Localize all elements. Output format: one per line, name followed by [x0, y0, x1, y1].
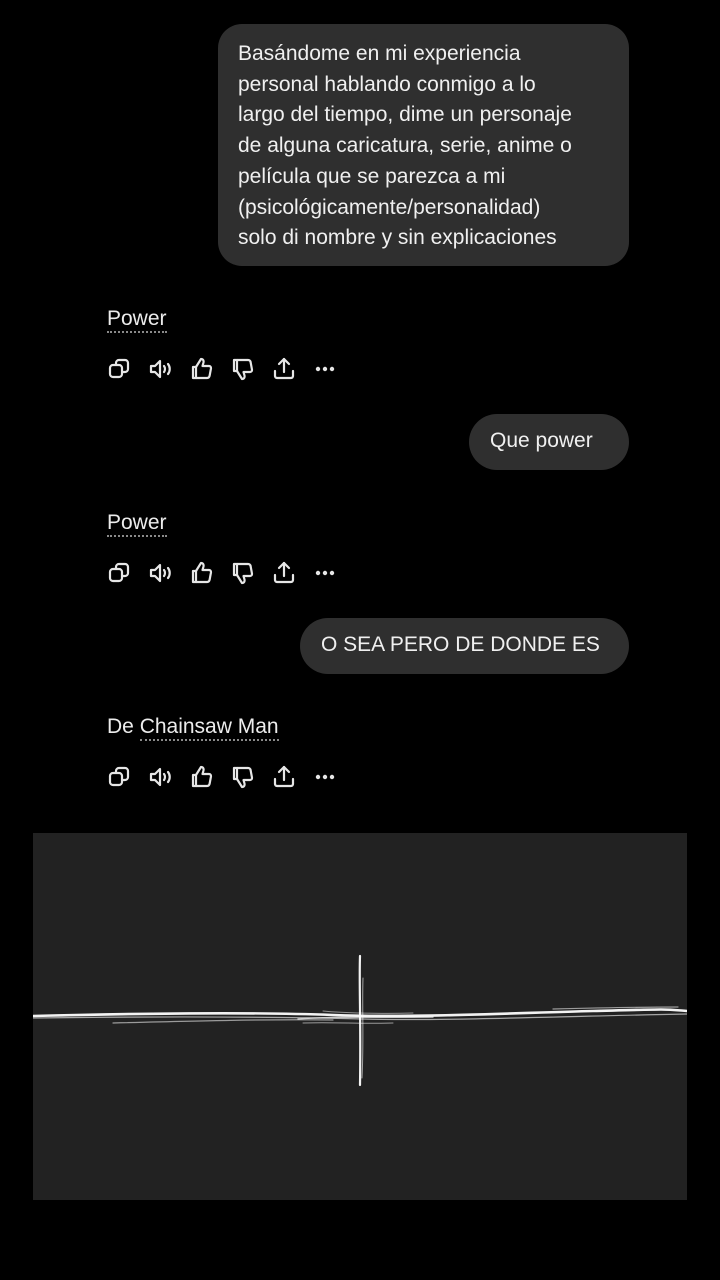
assistant-message: Power — [107, 307, 167, 333]
message-line: de alguna caricatura, serie, anime o — [238, 134, 572, 158]
thumbs-up-icon[interactable] — [189, 356, 215, 382]
sketch-image — [33, 833, 687, 1200]
user-message-bubble: Basándome en mi experiencia personal hab… — [218, 24, 629, 266]
message-text: O SEA PERO DE DONDE ES — [321, 633, 600, 656]
message-line: largo del tiempo, dime un personaje — [238, 103, 572, 127]
assistant-message-text[interactable]: Power — [107, 511, 167, 537]
assistant-message: Power — [107, 511, 167, 537]
message-line: personal hablando conmigo a lo — [238, 72, 536, 96]
message-text: Que power — [490, 429, 593, 452]
chainsaw-man-link[interactable]: Chainsaw Man — [139, 715, 279, 741]
user-message-bubble: Que power — [469, 414, 629, 470]
more-icon[interactable] — [312, 764, 338, 790]
share-icon[interactable] — [271, 560, 297, 586]
speaker-icon[interactable] — [148, 560, 174, 586]
thumbs-down-icon[interactable] — [230, 560, 256, 586]
thumbs-down-icon[interactable] — [230, 356, 256, 382]
copy-icon[interactable] — [107, 560, 133, 586]
more-icon[interactable] — [312, 560, 338, 586]
message-line: solo di nombre y sin explicaciones — [238, 226, 557, 250]
message-line: (psicológicamente/personalidad) — [238, 195, 541, 219]
speaker-icon[interactable] — [148, 764, 174, 790]
message-line: Basándome en mi experiencia — [238, 42, 521, 65]
share-icon[interactable] — [271, 764, 297, 790]
user-message-bubble: O SEA PERO DE DONDE ES — [300, 618, 629, 674]
copy-icon[interactable] — [107, 764, 133, 790]
thumbs-up-icon[interactable] — [189, 560, 215, 586]
message-line: película que se parezca a mi — [238, 164, 506, 188]
share-icon[interactable] — [271, 356, 297, 382]
thumbs-up-icon[interactable] — [189, 764, 215, 790]
thumbs-down-icon[interactable] — [230, 764, 256, 790]
more-icon[interactable] — [312, 356, 338, 382]
copy-icon[interactable] — [107, 356, 133, 382]
speaker-icon[interactable] — [148, 356, 174, 382]
assistant-message: De Chainsaw Man — [107, 715, 279, 741]
assistant-message-text[interactable]: Power — [107, 307, 167, 333]
assistant-message-prefix: De — [107, 715, 140, 738]
